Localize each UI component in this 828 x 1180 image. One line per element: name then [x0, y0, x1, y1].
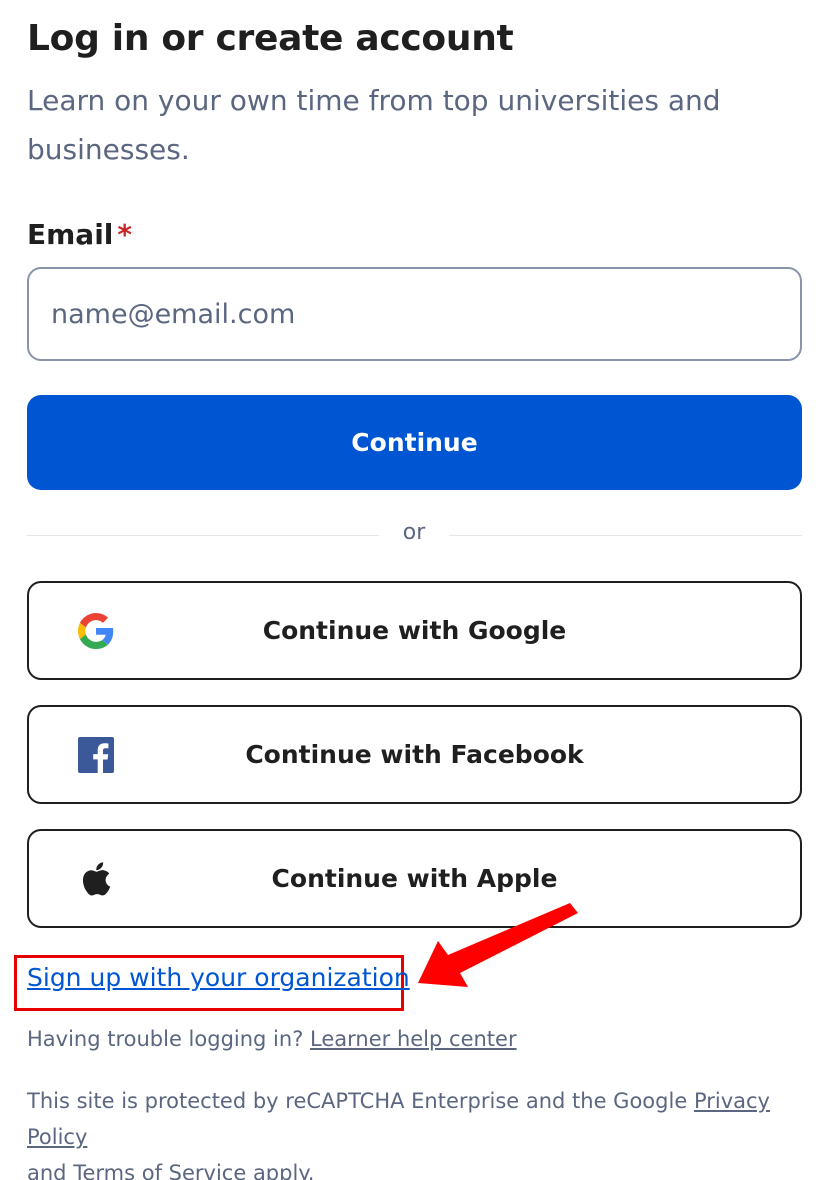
legal-prefix: This site is protected by reCAPTCHA Ente… — [27, 1089, 688, 1113]
help-row: Having trouble logging in? Learner help … — [27, 1027, 517, 1051]
legal-and: and — [27, 1161, 67, 1180]
annotation-arrow — [418, 903, 578, 987]
facebook-icon — [77, 736, 115, 774]
google-button-label: Continue with Google — [262, 616, 567, 645]
email-label: Email * — [27, 218, 132, 251]
legal-notice: This site is protected by reCAPTCHA Ente… — [27, 1083, 807, 1180]
legal-suffix: apply. — [252, 1161, 315, 1180]
divider-line-right — [449, 535, 802, 536]
email-field[interactable] — [27, 267, 802, 361]
continue-with-facebook-button[interactable]: Continue with Facebook — [27, 705, 802, 804]
page-subtitle: Learn on your own time from top universi… — [27, 84, 721, 166]
apple-icon — [77, 860, 115, 898]
sign-up-with-organization-link[interactable]: Sign up with your organization — [27, 963, 410, 992]
facebook-button-label: Continue with Facebook — [245, 740, 584, 769]
learner-help-center-link[interactable]: Learner help center — [310, 1027, 517, 1051]
help-text: Having trouble logging in? — [27, 1027, 304, 1051]
continue-with-google-button[interactable]: Continue with Google — [27, 581, 802, 680]
required-mark: * — [117, 218, 133, 251]
continue-button[interactable]: Continue — [27, 395, 802, 490]
google-icon — [77, 612, 115, 650]
divider-text: or — [402, 520, 426, 545]
page-title: Log in or create account — [27, 18, 514, 59]
terms-of-service-link[interactable]: Terms of Service — [73, 1161, 246, 1180]
divider-line-left — [27, 535, 379, 536]
apple-button-label: Continue with Apple — [271, 864, 558, 893]
login-page: Log in or create account Learn on your o… — [0, 0, 828, 1180]
email-label-text: Email — [27, 218, 114, 251]
